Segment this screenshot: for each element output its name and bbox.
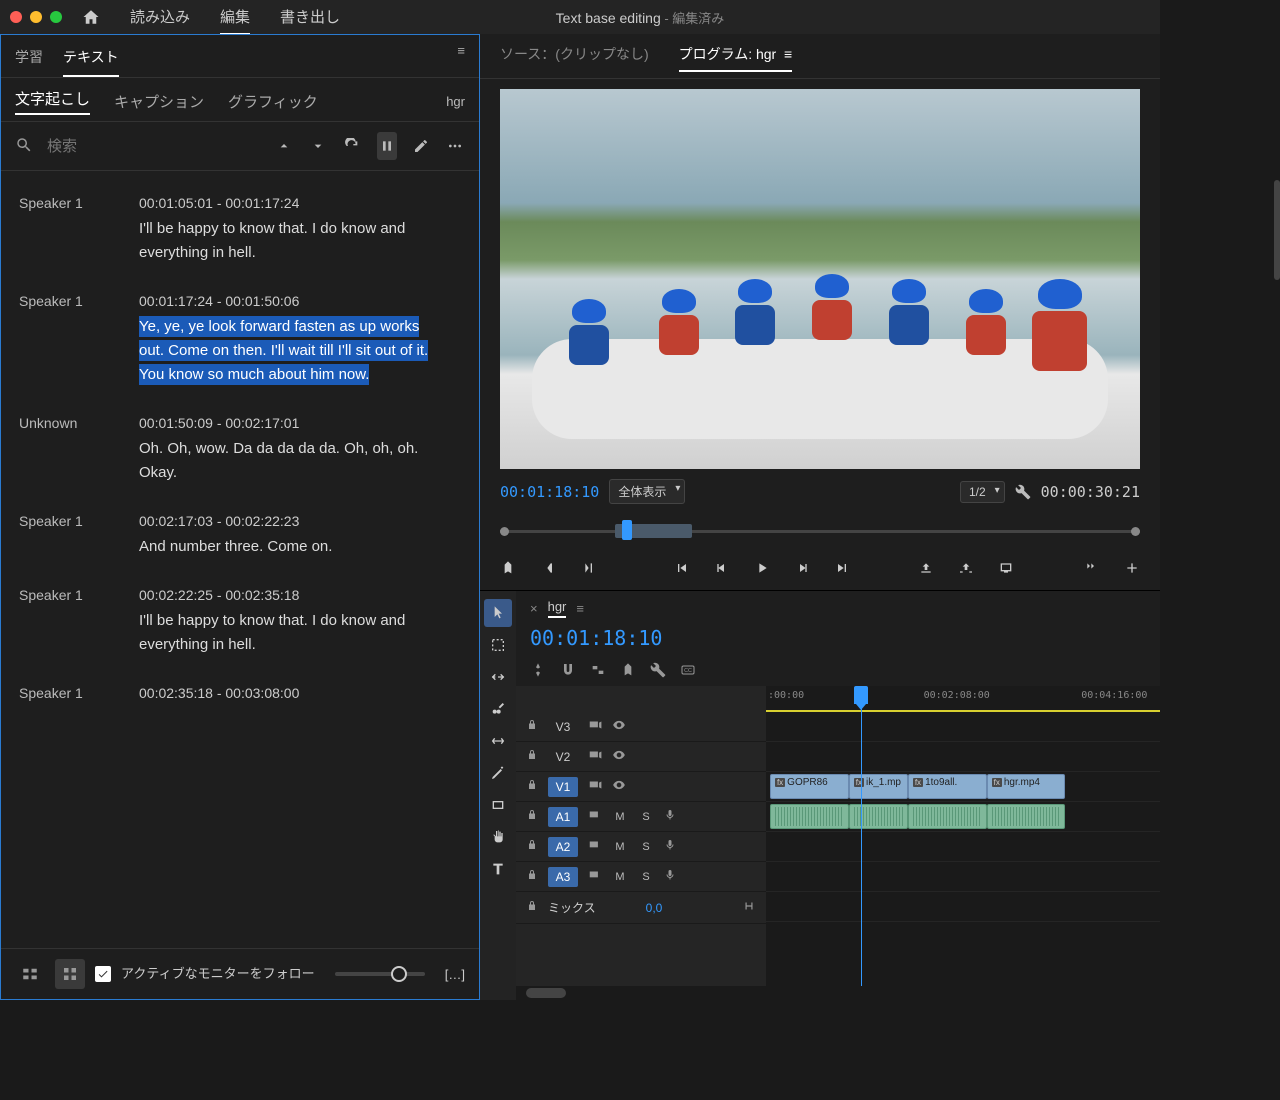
razor-tool[interactable] (484, 695, 512, 723)
footer-tool-2[interactable] (55, 959, 85, 989)
close-sequence-icon[interactable]: × (530, 601, 538, 616)
track-a3[interactable]: A3MS (516, 862, 766, 892)
transcript-entry[interactable]: Speaker 1 00:02:35:18 - 00:03:08:00 (11, 671, 475, 721)
sequence-tab[interactable]: hgr (548, 599, 567, 618)
track-v1[interactable]: V1 (516, 772, 766, 802)
type-tool[interactable] (484, 855, 512, 883)
track-a2[interactable]: A2MS (516, 832, 766, 862)
follow-monitor-checkbox[interactable] (95, 966, 111, 982)
hand-tool[interactable] (484, 823, 512, 851)
timecode-out: 00:00:30:21 (1041, 483, 1140, 501)
transcript-entry[interactable]: Speaker 1 00:01:17:24 - 00:01:50:06Ye, y… (11, 279, 475, 401)
scrubber[interactable] (500, 516, 1140, 546)
close-window[interactable] (10, 11, 22, 23)
track-mix[interactable]: ミックス0,0 (516, 892, 766, 924)
refresh-icon[interactable] (342, 132, 362, 160)
timeline-timecode[interactable]: 00:01:18:10 (530, 626, 662, 650)
ripple-tool[interactable] (484, 663, 512, 691)
search-input[interactable] (47, 138, 246, 155)
clip[interactable]: fxik_1.mp (849, 774, 908, 799)
svg-text:CC: CC (684, 668, 692, 674)
cc-icon[interactable]: CC (680, 662, 696, 678)
home-icon[interactable] (82, 8, 100, 26)
lift-icon[interactable] (918, 560, 934, 576)
export-frame-icon[interactable] (998, 560, 1014, 576)
sequence-name: hgr (446, 94, 465, 109)
audio-clip[interactable] (849, 804, 908, 829)
clip[interactable]: fx1to9all. (908, 774, 987, 799)
timeline-tracks[interactable]: :00:00 00:02:08:00 00:04:16:00 fxGOPR86 … (766, 686, 1160, 986)
out-point-icon[interactable] (580, 560, 596, 576)
pencil-icon[interactable] (411, 132, 431, 160)
track-select-tool[interactable] (484, 631, 512, 659)
selection-tool[interactable] (484, 599, 512, 627)
step-back-icon[interactable] (714, 560, 730, 576)
timeline-scroll[interactable] (516, 986, 1160, 1000)
minimize-window[interactable] (30, 11, 42, 23)
timecode-in[interactable]: 00:01:18:10 (500, 483, 599, 501)
snap-icon[interactable] (530, 662, 546, 678)
project-title: Text base editing - 編集済み (556, 8, 725, 27)
subtab-caption[interactable]: キャプション (114, 91, 204, 112)
more-icon[interactable] (445, 132, 465, 160)
maximize-window[interactable] (50, 11, 62, 23)
panel-tab-text[interactable]: テキスト (63, 43, 119, 77)
tab-import[interactable]: 読み込み (130, 0, 190, 35)
search-icon[interactable] (15, 136, 33, 157)
program-monitor-tab[interactable]: プログラム: hgr ≡ (679, 44, 793, 72)
transcript-list[interactable]: Speaker 1 00:01:05:01 - 00:01:17:24I'll … (1, 171, 479, 948)
fit-dropdown[interactable]: 全体表示 (609, 479, 685, 504)
clip[interactable]: fxGOPR86 (770, 774, 849, 799)
track-v2[interactable]: V2 (516, 742, 766, 772)
transcript-entry[interactable]: Speaker 1 00:02:22:25 - 00:02:35:18I'll … (11, 573, 475, 671)
settings-icon[interactable] (1015, 484, 1031, 500)
pen-tool[interactable] (484, 759, 512, 787)
extract-icon[interactable] (958, 560, 974, 576)
source-monitor-tab[interactable]: ソース：(クリップなし) (500, 44, 649, 72)
tab-export[interactable]: 書き出し (280, 0, 340, 35)
add-button-icon[interactable] (1124, 560, 1140, 576)
subtab-graphic[interactable]: グラフィック (228, 91, 318, 112)
in-point-icon[interactable] (540, 560, 556, 576)
pause-segments-icon[interactable] (377, 132, 397, 160)
double-arrow-icon[interactable] (1084, 560, 1100, 576)
more-options[interactable]: […] (445, 967, 465, 982)
clip[interactable]: fxhgr.mp4 (987, 774, 1066, 799)
panel-tab-learn[interactable]: 学習 (15, 43, 43, 77)
nav-up-icon[interactable] (274, 132, 294, 160)
rectangle-tool[interactable] (484, 791, 512, 819)
marker-tool-icon[interactable] (620, 662, 636, 678)
program-monitor[interactable] (500, 89, 1140, 469)
transcript-entry[interactable]: Speaker 1 00:01:05:01 - 00:01:17:24I'll … (11, 181, 475, 279)
transcript-entry[interactable]: Speaker 1 00:02:17:03 - 00:02:22:23And n… (11, 499, 475, 573)
step-forward-icon[interactable] (794, 560, 810, 576)
go-to-out-icon[interactable] (834, 560, 850, 576)
subtab-transcribe[interactable]: 文字起こし (15, 88, 90, 115)
nav-down-icon[interactable] (308, 132, 328, 160)
slip-tool[interactable] (484, 727, 512, 755)
audio-clip[interactable] (987, 804, 1066, 829)
marker-icon[interactable] (500, 560, 516, 576)
footer-tool-1[interactable] (15, 959, 45, 989)
timeline-menu-icon[interactable]: ≡ (576, 601, 584, 616)
panel-menu-icon[interactable]: ≡ (457, 43, 465, 77)
audio-clip[interactable] (770, 804, 849, 829)
go-to-in-icon[interactable] (674, 560, 690, 576)
resolution-dropdown[interactable]: 1/2 (960, 481, 1005, 503)
transcript-entry[interactable]: Unknown 00:01:50:09 - 00:02:17:01Oh. Oh,… (11, 401, 475, 499)
track-v3[interactable]: V3 (516, 712, 766, 742)
play-icon[interactable] (754, 560, 770, 576)
tab-edit[interactable]: 編集 (220, 0, 250, 35)
linked-selection-icon[interactable] (590, 662, 606, 678)
follow-label: アクティブなモニターをフォロー (121, 966, 315, 983)
zoom-slider[interactable] (335, 972, 425, 976)
audio-clip[interactable] (908, 804, 987, 829)
wrench-icon[interactable] (650, 662, 666, 678)
track-a1[interactable]: A1MS (516, 802, 766, 832)
magnet-icon[interactable] (560, 662, 576, 678)
